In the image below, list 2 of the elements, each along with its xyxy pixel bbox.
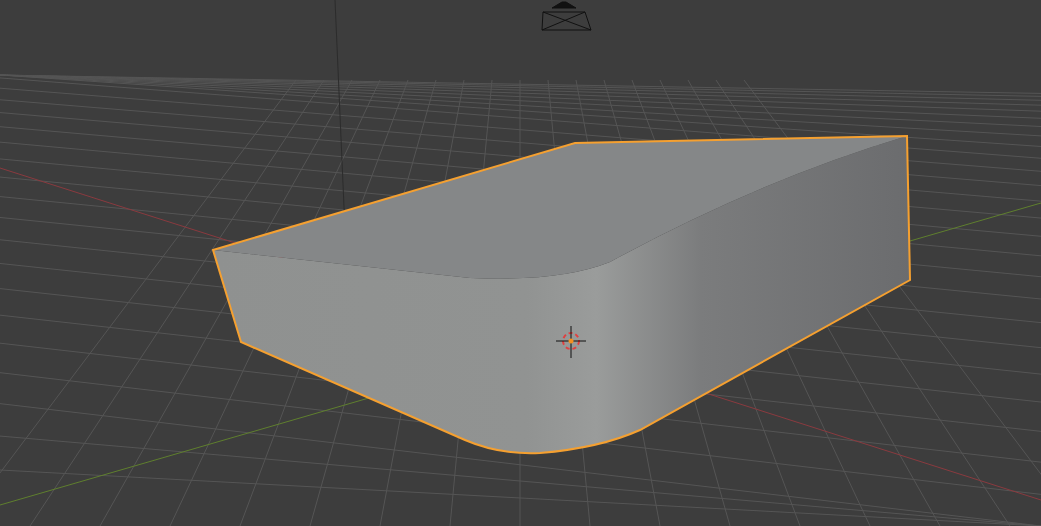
camera-icon [541,1,592,31]
3d-cursor-icon [555,325,587,359]
